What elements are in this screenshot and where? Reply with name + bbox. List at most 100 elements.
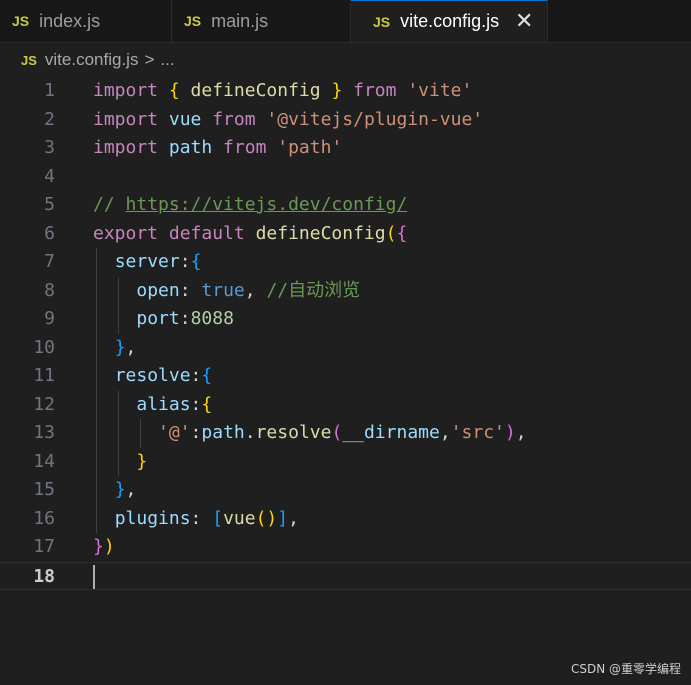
- code-token: (: [385, 222, 397, 244]
- code-token: {: [168, 80, 180, 101]
- line-number: 17: [33, 536, 55, 557]
- code-token: .: [244, 422, 256, 443]
- code-line[interactable]: 4: [0, 163, 691, 192]
- tab-label: vite.config.js: [400, 11, 500, 31]
- javascript-file-icon: JS: [12, 13, 30, 29]
- code-token: ,: [125, 336, 137, 358]
- code-line[interactable]: 3 import path from 'path': [0, 134, 691, 163]
- tab-label: index.js: [39, 10, 101, 31]
- indent-guide: [118, 390, 119, 476]
- line-number: 14: [33, 450, 55, 472]
- javascript-file-icon: JS: [184, 13, 202, 29]
- code-line[interactable]: 8 open: true, //自动浏览: [0, 277, 691, 306]
- tab-index-js[interactable]: JS index.js: [0, 0, 172, 42]
- code-token: '@': [158, 422, 191, 443]
- text-cursor: [93, 564, 95, 589]
- line-number: 7: [44, 251, 55, 272]
- tab-main-js[interactable]: JS main.js: [172, 0, 351, 42]
- code-token: :: [190, 507, 213, 529]
- code-text: resolve:{: [93, 362, 213, 391]
- code-line[interactable]: 11 resolve:{: [0, 362, 691, 391]
- code-text: port:8088: [93, 305, 234, 334]
- code-token: import: [93, 80, 169, 101]
- line-number: 3: [44, 137, 55, 158]
- code-text: open: true, //自动浏览: [93, 277, 360, 306]
- indent-guide: [118, 276, 119, 334]
- code-text: // https://vitejs.dev/config/: [93, 191, 407, 220]
- code-token: (): [255, 507, 278, 529]
- line-number: 6: [44, 222, 55, 244]
- code-text: },: [93, 476, 137, 505]
- close-icon[interactable]: ✕: [515, 10, 533, 32]
- code-token: :: [190, 365, 202, 386]
- code-token: '@vitejs/plugin-vue': [266, 108, 484, 130]
- code-line[interactable]: 18: [0, 561, 691, 590]
- code-token: (: [331, 422, 343, 443]
- code-token: 'path': [277, 137, 343, 158]
- code-token: vue: [223, 507, 256, 529]
- tab-vite-config-js[interactable]: JS vite.config.js ✕: [351, 0, 548, 42]
- line-number: 12: [33, 393, 55, 415]
- code-token: import: [93, 137, 169, 158]
- line-number: 10: [33, 336, 55, 358]
- code-token: ]: [277, 507, 289, 529]
- code-line[interactable]: 16 plugins: [vue()],: [0, 505, 691, 534]
- code-line[interactable]: 14 }: [0, 448, 691, 477]
- code-text: }: [93, 448, 147, 477]
- code-text: import { defineConfig } from 'vite': [93, 77, 472, 106]
- code-line[interactable]: 1 import { defineConfig } from 'vite': [0, 77, 691, 106]
- editor-tab-bar: JS index.js JS main.js JS vite.config.js…: [0, 0, 691, 43]
- code-token: :: [179, 251, 191, 272]
- breadcrumb-symbols[interactable]: ...: [160, 50, 174, 70]
- code-token: path: [201, 422, 245, 443]
- code-line[interactable]: 13 '@':path.resolve(__dirname,'src'),: [0, 419, 691, 448]
- code-text: export default defineConfig({: [93, 220, 407, 249]
- code-line[interactable]: 6 export default defineConfig({: [0, 220, 691, 249]
- code-token: {: [190, 251, 202, 272]
- line-number: 13: [33, 422, 55, 443]
- code-editor[interactable]: 1 import { defineConfig } from 'vite' 2 imp…: [0, 77, 691, 637]
- code-line[interactable]: 15 },: [0, 476, 691, 505]
- line-number: 1: [44, 80, 55, 101]
- code-line[interactable]: 5 // https://vitejs.dev/config/: [0, 191, 691, 220]
- code-line[interactable]: 9 port:8088: [0, 305, 691, 334]
- code-line[interactable]: 12 alias:{: [0, 391, 691, 420]
- code-token: from: [212, 137, 278, 158]
- code-token: }: [136, 450, 148, 472]
- line-number: 4: [44, 165, 55, 187]
- code-token: __dirname: [342, 422, 440, 443]
- code-token: defineConfig: [190, 80, 321, 101]
- code-text: '@':path.resolve(__dirname,'src'),: [93, 419, 527, 448]
- code-token: {: [396, 222, 408, 244]
- code-line[interactable]: 10 },: [0, 334, 691, 363]
- code-line[interactable]: 7 server:{: [0, 248, 691, 277]
- breadcrumb-file[interactable]: vite.config.js: [45, 50, 139, 70]
- code-token: true: [201, 279, 245, 301]
- code-token: defineConfig: [255, 222, 386, 244]
- code-token: :: [179, 308, 191, 329]
- code-token: //自动浏览: [266, 279, 361, 301]
- code-token: path: [168, 137, 213, 158]
- code-token: ): [103, 536, 115, 557]
- code-token: https://vitejs.dev/config/: [125, 194, 408, 215]
- code-token: open: [136, 279, 180, 301]
- code-token: from: [342, 80, 408, 101]
- code-token: import: [93, 108, 169, 130]
- javascript-file-icon: JS: [21, 52, 37, 68]
- code-line[interactable]: 2 import vue from '@vitejs/plugin-vue': [0, 106, 691, 135]
- tab-label: main.js: [211, 10, 269, 31]
- line-number: 8: [44, 279, 55, 301]
- code-token: }: [114, 479, 126, 500]
- code-token: ): [504, 422, 516, 443]
- code-line[interactable]: 17}): [0, 533, 691, 562]
- code-token: 'vite': [407, 80, 473, 101]
- line-number: 15: [33, 479, 55, 500]
- line-number: 11: [33, 365, 55, 386]
- code-token: {: [201, 393, 213, 415]
- code-text: },: [93, 334, 137, 363]
